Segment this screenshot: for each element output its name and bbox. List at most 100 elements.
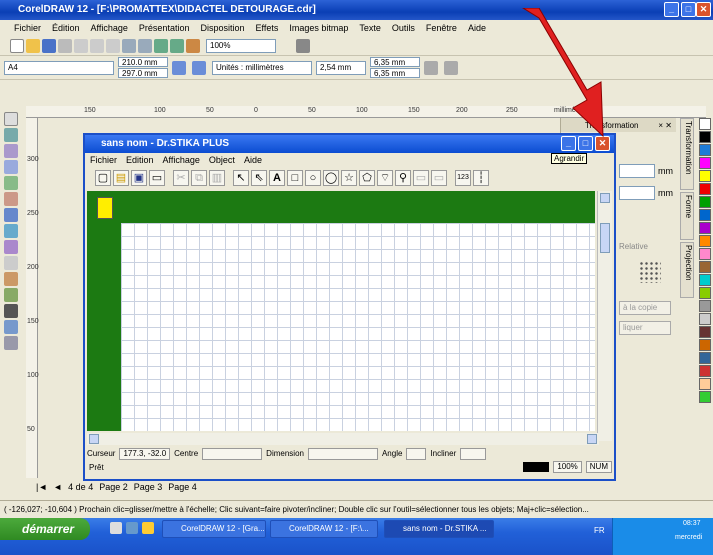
apply-copy-button[interactable]: à la copie <box>619 301 671 315</box>
quicklaunch-icon[interactable] <box>110 522 122 534</box>
text-tool-icon[interactable] <box>4 256 18 270</box>
tab-transformation[interactable]: Transformation <box>680 118 694 190</box>
stika-menu-aide[interactable]: Aide <box>244 155 262 165</box>
polygon-tool-icon[interactable] <box>4 240 18 254</box>
swatch[interactable] <box>699 313 711 325</box>
swatch[interactable] <box>699 378 711 390</box>
zoom-tool-icon[interactable] <box>4 160 18 174</box>
start-button[interactable]: démarrer <box>0 518 90 540</box>
duplicate-x-field[interactable]: 6,35 mm <box>370 57 420 67</box>
cutting-canvas[interactable] <box>87 191 595 431</box>
stika-menu-affichage[interactable]: Affichage <box>163 155 200 165</box>
stika-menu-edition[interactable]: Edition <box>126 155 154 165</box>
interactive-fill-icon[interactable] <box>4 336 18 350</box>
interactive-tool-icon[interactable] <box>4 272 18 286</box>
swatch[interactable] <box>699 170 711 182</box>
ruler-icon[interactable]: ┆ <box>473 170 489 186</box>
star-tool-icon[interactable]: ☆ <box>341 170 357 186</box>
task-coreldraw-2[interactable]: CorelDRAW 12 - [F:\... <box>270 520 378 538</box>
undo-icon[interactable] <box>122 38 136 53</box>
circle-tool-icon[interactable]: ◯ <box>323 170 339 186</box>
units-select[interactable]: Unités : millimètres <box>212 60 312 75</box>
swatch[interactable] <box>699 118 711 130</box>
menu-disposition[interactable]: Disposition <box>200 23 244 33</box>
minimize-button[interactable]: _ <box>664 2 679 17</box>
smart-fill-icon[interactable] <box>4 192 18 206</box>
page-width-field[interactable]: 210.0 mm <box>118 57 168 67</box>
swatch[interactable] <box>699 352 711 364</box>
stika-menu-fichier[interactable]: Fichier <box>90 155 117 165</box>
quicklaunch-icon[interactable] <box>126 522 138 534</box>
tab-projection[interactable]: Projection <box>680 242 694 298</box>
swatch[interactable] <box>699 300 711 312</box>
crop-tool-icon[interactable] <box>4 144 18 158</box>
swatch[interactable] <box>699 183 711 195</box>
tab-forme[interactable]: Forme <box>680 192 694 240</box>
ellipse-tool-icon[interactable]: ○ <box>305 170 321 186</box>
portrait-icon[interactable] <box>172 60 186 75</box>
swatch[interactable] <box>699 209 711 221</box>
export-icon[interactable] <box>170 38 184 53</box>
pick-tool-icon[interactable] <box>4 112 18 126</box>
grid-icon[interactable] <box>424 60 438 75</box>
task-coreldraw-1[interactable]: CorelDRAW 12 - [Gra... <box>162 520 266 538</box>
menu-images-bitmap[interactable]: Images bitmap <box>289 23 348 33</box>
save-icon[interactable] <box>42 38 56 53</box>
cut-icon[interactable] <box>74 38 88 53</box>
stika-menu-object[interactable]: Object <box>209 155 235 165</box>
outline-tool-icon[interactable] <box>4 304 18 318</box>
new-icon[interactable]: ▢ <box>95 170 111 186</box>
docker-field-1[interactable] <box>619 164 655 178</box>
paste-icon[interactable]: ▥ <box>209 170 225 186</box>
menu-fichier[interactable]: Fichier <box>14 23 41 33</box>
stika-maximize-button[interactable]: □ <box>578 136 593 151</box>
ellipse-tool-icon[interactable] <box>4 224 18 238</box>
page-size-select[interactable]: A4 <box>4 60 114 75</box>
print-icon[interactable] <box>58 38 72 53</box>
swatch[interactable] <box>699 339 711 351</box>
swatch[interactable] <box>699 196 711 208</box>
menu-affichage[interactable]: Affichage <box>91 23 128 33</box>
copy-icon[interactable]: ⧉ <box>191 170 207 186</box>
freeform-tool-icon[interactable]: ⌔ <box>377 170 393 186</box>
numbering-icon[interactable]: 123 <box>455 170 471 186</box>
open-icon[interactable]: ▤ <box>113 170 129 186</box>
cut-icon[interactable]: ✂ <box>173 170 189 186</box>
redo-icon[interactable] <box>138 38 152 53</box>
swatch[interactable] <box>699 248 711 260</box>
close-button[interactable]: ✕ <box>696 2 711 17</box>
shape-tool-icon[interactable] <box>4 128 18 142</box>
vinyl-roll-marker[interactable] <box>97 197 113 219</box>
scroll-thumb[interactable] <box>600 223 610 253</box>
swatch[interactable] <box>699 365 711 377</box>
copy-icon[interactable] <box>90 38 104 53</box>
rectangle-tool-icon[interactable]: □ <box>287 170 303 186</box>
stika-minimize-button[interactable]: _ <box>561 136 576 151</box>
swatch[interactable] <box>699 287 711 299</box>
import-icon[interactable] <box>154 38 168 53</box>
select-arrow-icon[interactable]: ↖ <box>233 170 249 186</box>
stika-close-button[interactable]: ✕ <box>595 136 610 151</box>
menu-edition[interactable]: Édition <box>52 23 80 33</box>
fill-tool-icon[interactable] <box>4 320 18 334</box>
first-page-button[interactable]: |◄ <box>36 482 47 492</box>
task-drstika[interactable]: sans nom - Dr.STIKA ... <box>384 520 494 538</box>
scroll-up-button[interactable] <box>600 193 610 203</box>
open-icon[interactable] <box>26 38 40 53</box>
view2-icon[interactable]: ▭ <box>431 170 447 186</box>
duplicate-y-field[interactable]: 6,35 mm <box>370 68 420 78</box>
swatch[interactable] <box>699 326 711 338</box>
freehand-tool-icon[interactable] <box>4 176 18 190</box>
zoom-field[interactable]: 100% <box>206 38 276 53</box>
apply-button[interactable]: liquer <box>619 321 671 335</box>
quicklaunch-icon[interactable] <box>142 522 154 534</box>
swatch[interactable] <box>699 235 711 247</box>
zoom-tool-icon[interactable]: ⚲ <box>395 170 411 186</box>
docker-field-2[interactable] <box>619 186 655 200</box>
tab-page-3[interactable]: Page 3 <box>134 482 163 492</box>
paste-icon[interactable] <box>106 38 120 53</box>
print-icon[interactable]: ▭ <box>149 170 165 186</box>
anchor-grid[interactable] <box>639 261 661 283</box>
prev-page-button[interactable]: ◄ <box>53 482 62 492</box>
page-height-field[interactable]: 297.0 mm <box>118 68 168 78</box>
